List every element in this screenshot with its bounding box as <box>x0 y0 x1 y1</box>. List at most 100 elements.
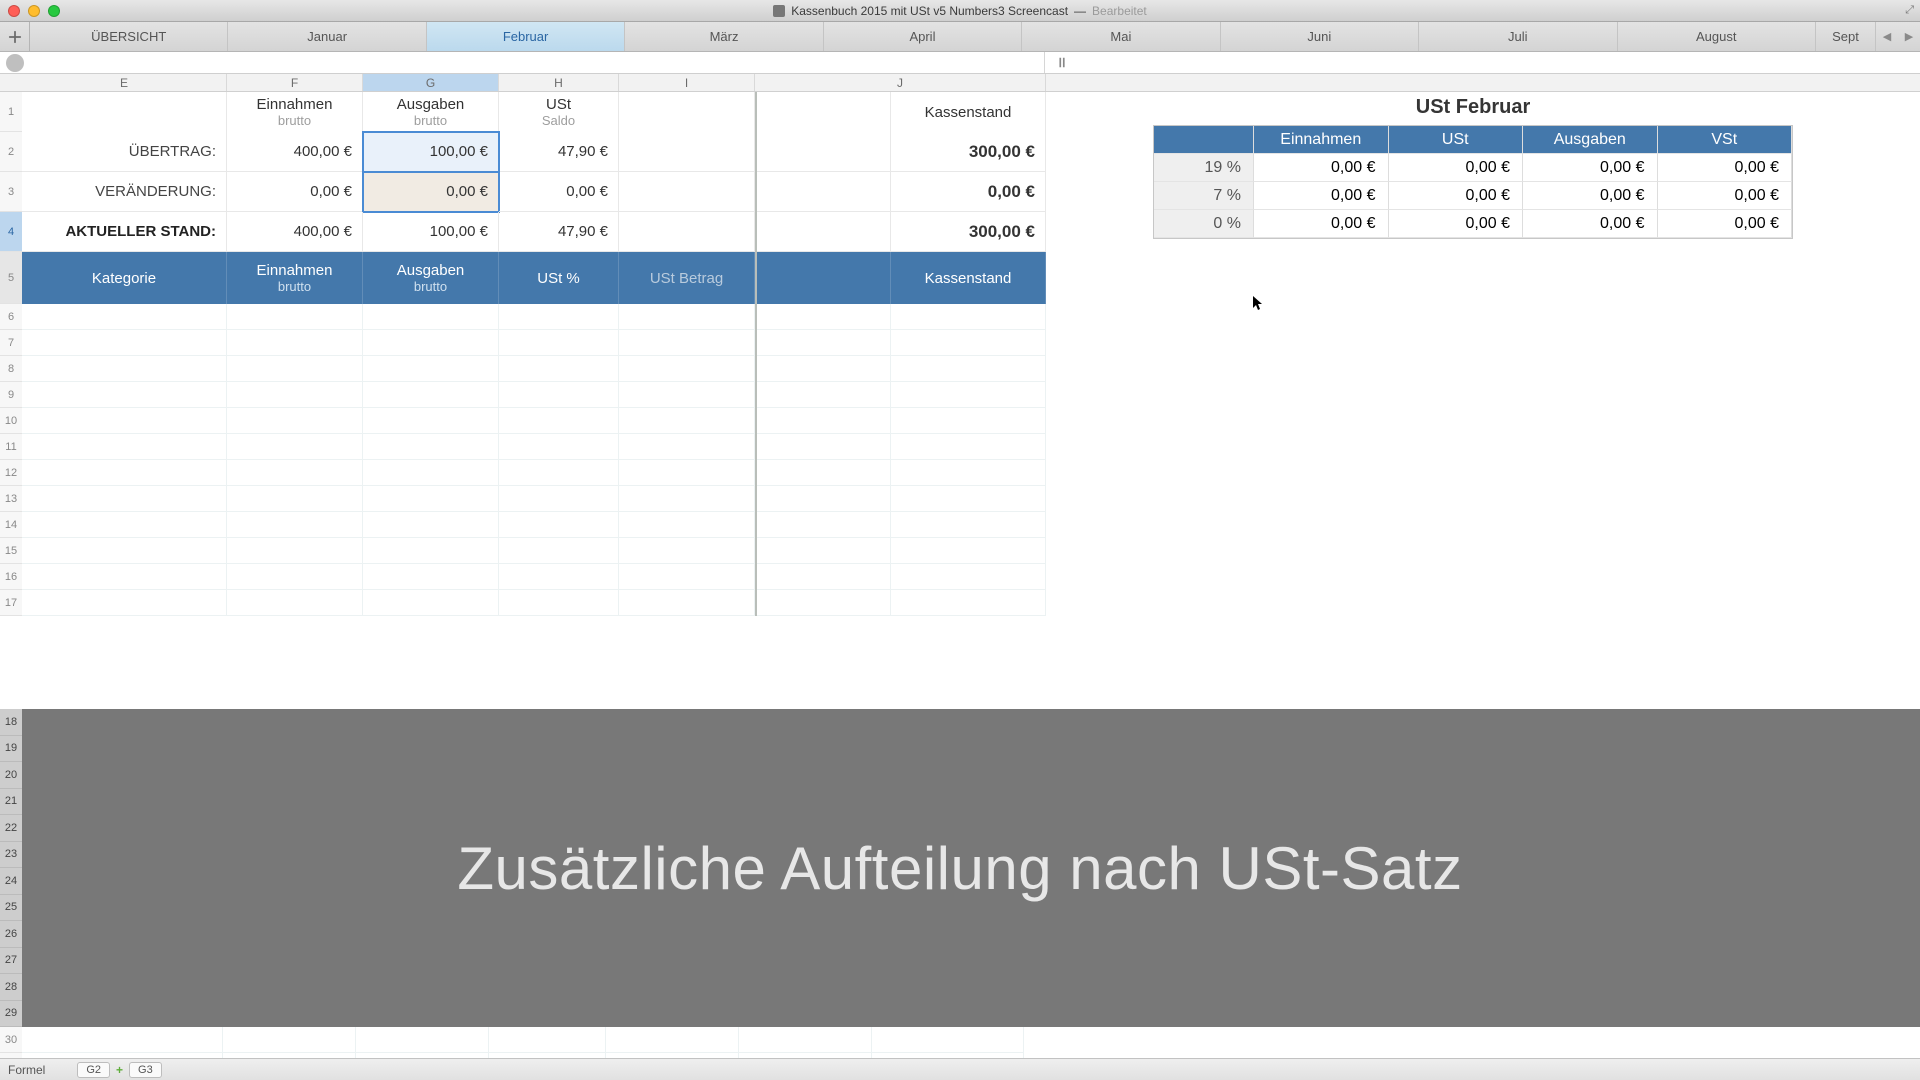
cell-value[interactable]: 100,00 € <box>363 212 499 252</box>
sheet-tab-uebersicht[interactable]: ÜBERSICHT <box>30 22 228 51</box>
col-header-i[interactable]: I <box>619 74 755 91</box>
spreadsheet-canvas[interactable]: E F G H I J 1 2 3 4 5 6 7 8 9 10 11 12 1… <box>0 74 1920 1058</box>
row-header[interactable]: 29 <box>0 1001 22 1028</box>
row-header[interactable]: 22 <box>0 815 22 842</box>
row-header[interactable]: 2 <box>0 132 22 172</box>
band-ust-betrag[interactable]: USt Betrag <box>619 252 755 304</box>
row-header[interactable]: 19 <box>0 736 22 763</box>
row-header[interactable]: 9 <box>0 382 22 408</box>
sheet-tab-juli[interactable]: Juli <box>1419 22 1617 51</box>
cell-value[interactable]: 400,00 € <box>227 132 363 172</box>
row-header[interactable]: 1 <box>0 92 22 132</box>
sheet-tab-august[interactable]: August <box>1618 22 1816 51</box>
cell-blank[interactable] <box>755 212 891 252</box>
row-header[interactable]: 7 <box>0 330 22 356</box>
cell-blank[interactable] <box>619 212 755 252</box>
row-header[interactable]: 5 <box>0 252 22 304</box>
row-header[interactable]: 8 <box>0 356 22 382</box>
sheet-tab-september[interactable]: Sept <box>1816 22 1876 51</box>
side-header[interactable]: Einnahmen <box>1254 126 1389 154</box>
tab-scroll-right-icon[interactable]: ▶ <box>1898 22 1920 51</box>
row-header[interactable]: 24 <box>0 868 22 895</box>
cell-selected[interactable]: 100,00 € <box>363 132 499 172</box>
side-cell[interactable]: 0,00 € <box>1523 210 1658 238</box>
fullscreen-icon[interactable]: ⤢ <box>1905 4 1914 17</box>
row-header[interactable]: 3 <box>0 172 22 212</box>
side-cell[interactable]: 0,00 € <box>1254 154 1389 182</box>
tab-scroll-left-icon[interactable]: ◀ <box>1876 22 1898 51</box>
pause-icon[interactable]: ⅠⅠ <box>1053 56 1071 70</box>
col-header-h[interactable]: H <box>499 74 619 91</box>
empty-grid-area[interactable] <box>22 304 1046 616</box>
row-header[interactable]: 28 <box>0 974 22 1001</box>
band-kassenstand[interactable]: Kassenstand <box>891 252 1046 304</box>
row-header[interactable]: 30 <box>0 1027 22 1053</box>
cell-blank[interactable] <box>619 172 755 212</box>
side-corner[interactable] <box>1154 126 1254 154</box>
row-header[interactable]: 6 <box>0 304 22 330</box>
row-header[interactable]: 18 <box>0 709 22 736</box>
add-sheet-button[interactable] <box>0 22 30 51</box>
sheet-tab-juni[interactable]: Juni <box>1221 22 1419 51</box>
side-cell[interactable]: 0,00 € <box>1523 182 1658 210</box>
side-header[interactable]: USt <box>1389 126 1524 154</box>
side-cell[interactable]: 0,00 € <box>1389 182 1524 210</box>
cell-selected[interactable]: 0,00 € <box>363 172 499 212</box>
row-header[interactable]: 27 <box>0 948 22 975</box>
side-cell[interactable]: 0,00 € <box>1658 182 1793 210</box>
sheet-tab-februar[interactable]: Februar <box>427 22 625 51</box>
row-header[interactable]: 4 <box>0 212 22 252</box>
row-header[interactable]: 23 <box>0 842 22 869</box>
cell-value[interactable]: 47,90 € <box>499 132 619 172</box>
row-header[interactable]: 10 <box>0 408 22 434</box>
cell-value[interactable]: 300,00 € <box>891 132 1046 172</box>
cell-value[interactable]: 0,00 € <box>227 172 363 212</box>
band-spacer[interactable] <box>755 252 891 304</box>
col-header-e[interactable]: E <box>22 74 227 91</box>
empty-grid-bottom[interactable] <box>22 1027 1024 1058</box>
sheet-tab-april[interactable]: April <box>824 22 1022 51</box>
col-header-j[interactable]: J <box>755 74 1046 91</box>
row-header[interactable]: 13 <box>0 486 22 512</box>
header-einnahmen[interactable]: Einnahmen brutto <box>227 92 363 132</box>
minimize-icon[interactable] <box>28 5 40 17</box>
header-ausgaben[interactable]: Ausgaben brutto <box>363 92 499 132</box>
side-row-label[interactable]: 19 % <box>1154 154 1254 182</box>
table-handle-icon[interactable] <box>6 54 24 72</box>
cell-value[interactable]: 0,00 € <box>891 172 1046 212</box>
formula-input[interactable] <box>30 52 1045 73</box>
row-header[interactable]: 14 <box>0 512 22 538</box>
header-ust[interactable]: USt Saldo <box>499 92 619 132</box>
side-header[interactable]: VSt <box>1658 126 1793 154</box>
summary-label[interactable]: AKTUELLER STAND: <box>22 212 227 252</box>
band-ust-percent[interactable]: USt % <box>499 252 619 304</box>
cell-value[interactable]: 47,90 € <box>499 212 619 252</box>
side-cell[interactable]: 0,00 € <box>1254 182 1389 210</box>
row-header[interactable]: 11 <box>0 434 22 460</box>
close-icon[interactable] <box>8 5 20 17</box>
formula-ref[interactable]: G3 <box>129 1062 162 1078</box>
row-header[interactable]: 26 <box>0 921 22 948</box>
row-header[interactable]: 21 <box>0 789 22 816</box>
cell-blank[interactable] <box>755 132 891 172</box>
col-header-f[interactable]: F <box>227 74 363 91</box>
side-header[interactable]: Ausgaben <box>1523 126 1658 154</box>
cell-blank[interactable] <box>619 92 755 132</box>
formula-ref[interactable]: G2 <box>77 1062 110 1078</box>
side-cell[interactable]: 0,00 € <box>1523 154 1658 182</box>
row-header[interactable]: 17 <box>0 590 22 616</box>
row-header[interactable]: 16 <box>0 564 22 590</box>
side-cell[interactable]: 0,00 € <box>1389 154 1524 182</box>
band-kategorie[interactable]: Kategorie <box>22 252 227 304</box>
side-row-label[interactable]: 0 % <box>1154 210 1254 238</box>
side-row-label[interactable]: 7 % <box>1154 182 1254 210</box>
zoom-icon[interactable] <box>48 5 60 17</box>
band-ausgaben[interactable]: Ausgabenbrutto <box>363 252 499 304</box>
side-cell[interactable]: 0,00 € <box>1658 154 1793 182</box>
side-cell[interactable]: 0,00 € <box>1254 210 1389 238</box>
row-header[interactable]: 15 <box>0 538 22 564</box>
cell-blank[interactable] <box>755 92 891 132</box>
row-header[interactable]: 25 <box>0 895 22 922</box>
sheet-tab-januar[interactable]: Januar <box>228 22 426 51</box>
row-header[interactable]: 12 <box>0 460 22 486</box>
